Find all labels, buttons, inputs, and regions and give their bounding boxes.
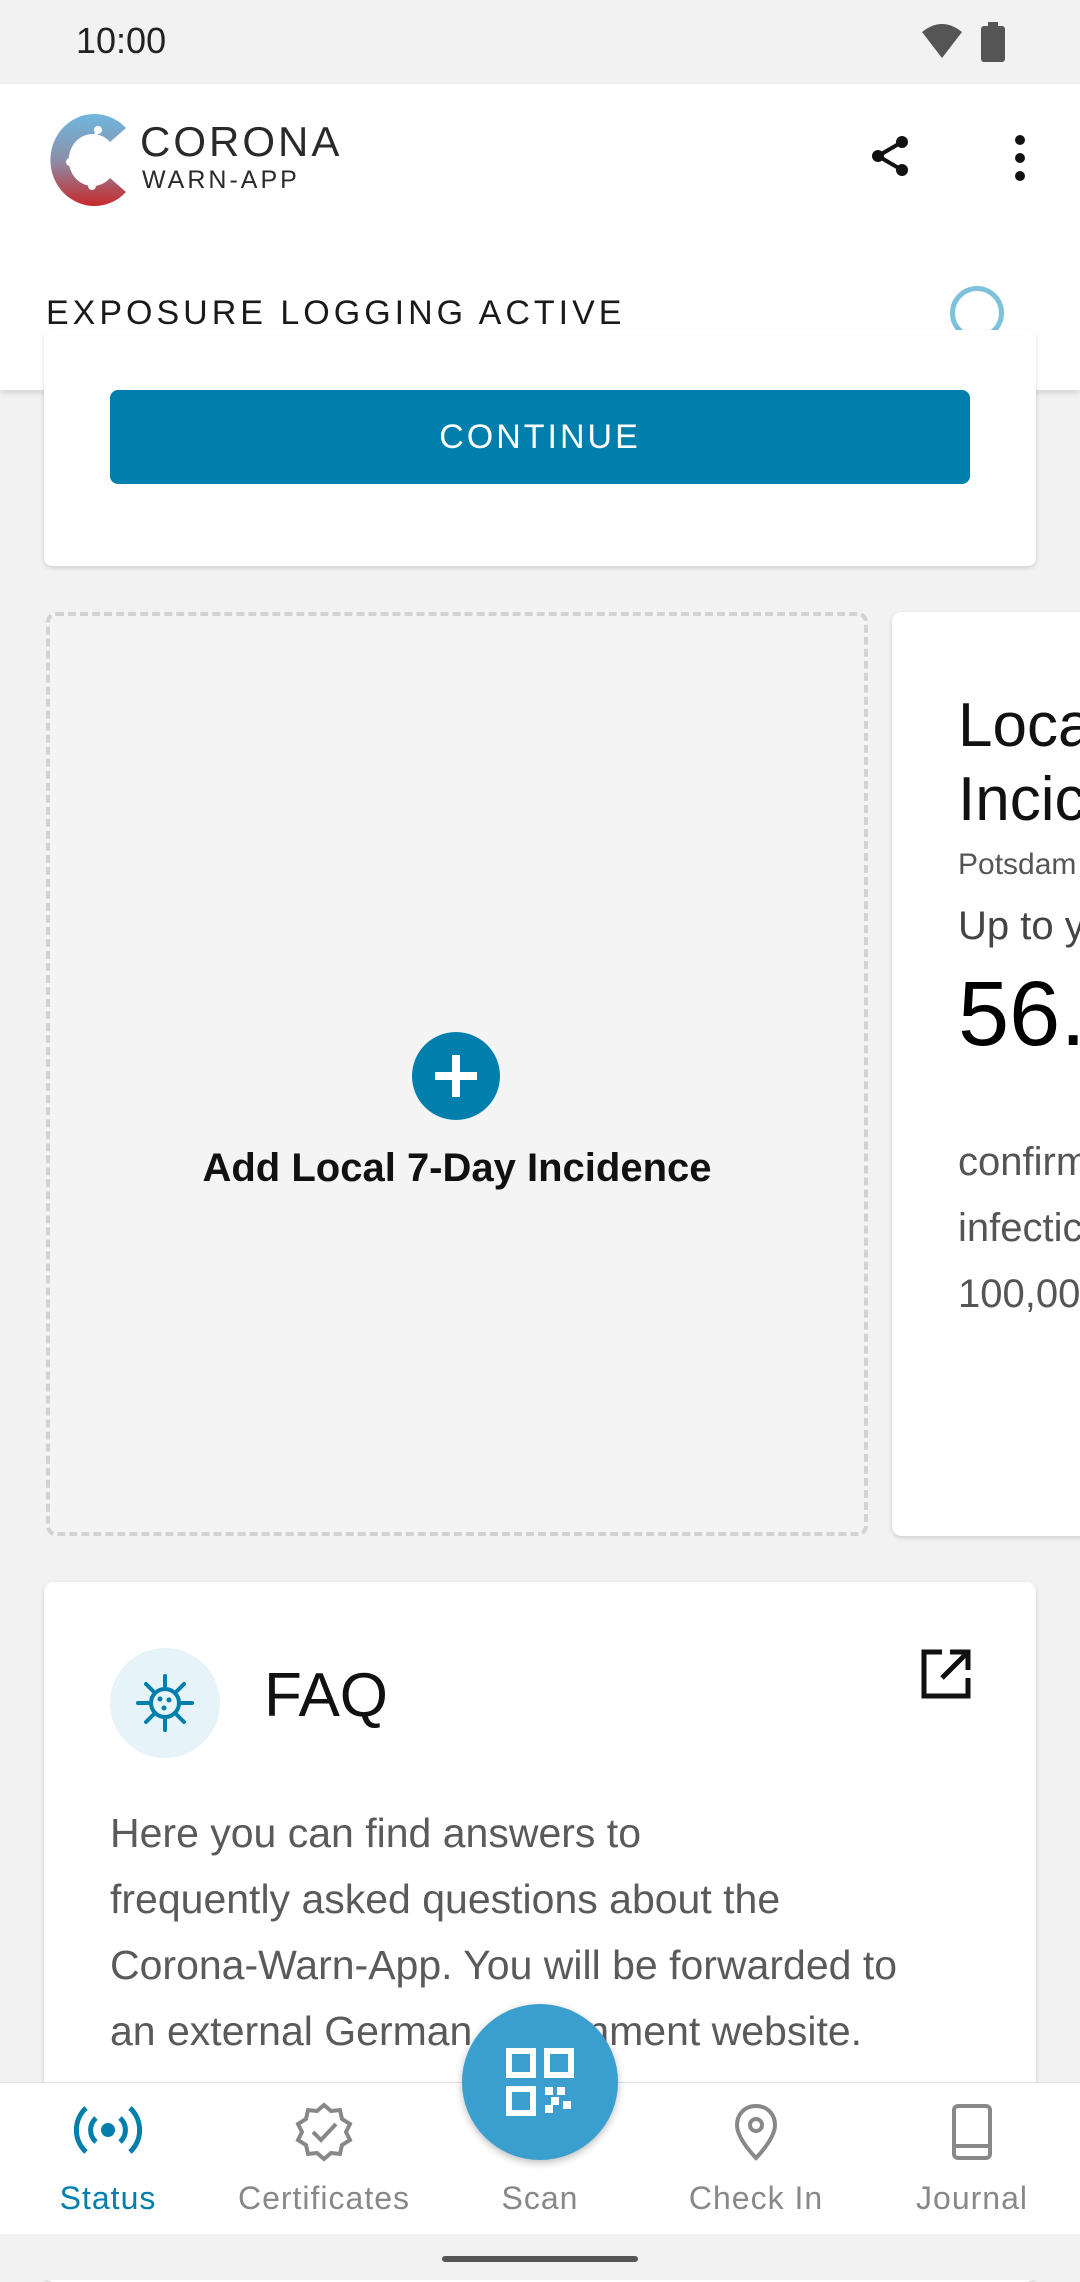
- nav-label-status: Status: [59, 2180, 157, 2216]
- book-icon: [952, 2104, 992, 2160]
- local-incidence-desc-line2: infectic: [958, 1206, 1080, 1250]
- nav-label-check-in: Check In: [688, 2180, 824, 2216]
- local-incidence-card[interactable]: Loca Incic Potsdam Up to y 56. confirm i…: [892, 612, 1080, 1536]
- local-incidence-desc-line3: 100,00: [958, 1272, 1080, 1316]
- location-pin-icon: [734, 2103, 778, 2161]
- nav-label-scan: Scan: [501, 2180, 579, 2216]
- local-incidence-title-line2: Incic: [958, 765, 1080, 834]
- battery-icon: [980, 22, 1006, 67]
- corona-warn-app-logo-icon: [42, 108, 134, 217]
- qr-code-icon: [506, 2048, 574, 2116]
- faq-title: FAQ: [264, 1661, 389, 1730]
- status-broadcast-icon: [73, 2106, 143, 2154]
- nav-item-journal[interactable]: Journal: [864, 2102, 1080, 2216]
- faq-description-line3: Corona-Warn-App. You will be forwarded t…: [110, 1942, 898, 1988]
- local-incidence-desc-line1: confirm: [958, 1140, 1080, 1184]
- local-incidence-date: Up to y: [958, 904, 1080, 948]
- share-icon[interactable]: [866, 132, 914, 185]
- nav-item-check-in[interactable]: Check In: [648, 2102, 864, 2216]
- external-link-icon[interactable]: [918, 1646, 974, 1707]
- local-incidence-title-line1: Loca: [958, 691, 1080, 760]
- nav-label-certificates: Certificates: [237, 2180, 411, 2216]
- add-plus-icon: [412, 1032, 500, 1120]
- nav-item-certificates[interactable]: Certificates: [216, 2102, 432, 2216]
- status-time: 10:00: [76, 20, 167, 61]
- certificate-badge-icon: [295, 2102, 353, 2162]
- app-name-subtitle: WARN-APP: [142, 166, 300, 194]
- nav-label-journal: Journal: [916, 2180, 1028, 2216]
- more-options-icon[interactable]: [1004, 134, 1036, 187]
- app-name-title: CORONA: [140, 118, 343, 165]
- faq-description-line1: Here you can find answers to: [110, 1810, 641, 1856]
- home-indicator[interactable]: [442, 2256, 638, 2262]
- continue-button[interactable]: CONTINUE: [110, 390, 970, 484]
- local-incidence-value: 56.: [958, 963, 1080, 1065]
- scan-fab-button[interactable]: [462, 2004, 618, 2160]
- exposure-logging-status[interactable]: EXPOSURE LOGGING ACTIVE: [46, 294, 625, 333]
- faq-description-line2: frequently asked questions about the: [110, 1876, 781, 1922]
- local-incidence-region: Potsdam: [958, 848, 1077, 881]
- add-local-incidence-label: Add Local 7-Day Incidence: [202, 1146, 712, 1190]
- virus-icon: [110, 1648, 220, 1758]
- wifi-icon: [920, 22, 964, 67]
- nav-item-status[interactable]: Status: [0, 2102, 216, 2216]
